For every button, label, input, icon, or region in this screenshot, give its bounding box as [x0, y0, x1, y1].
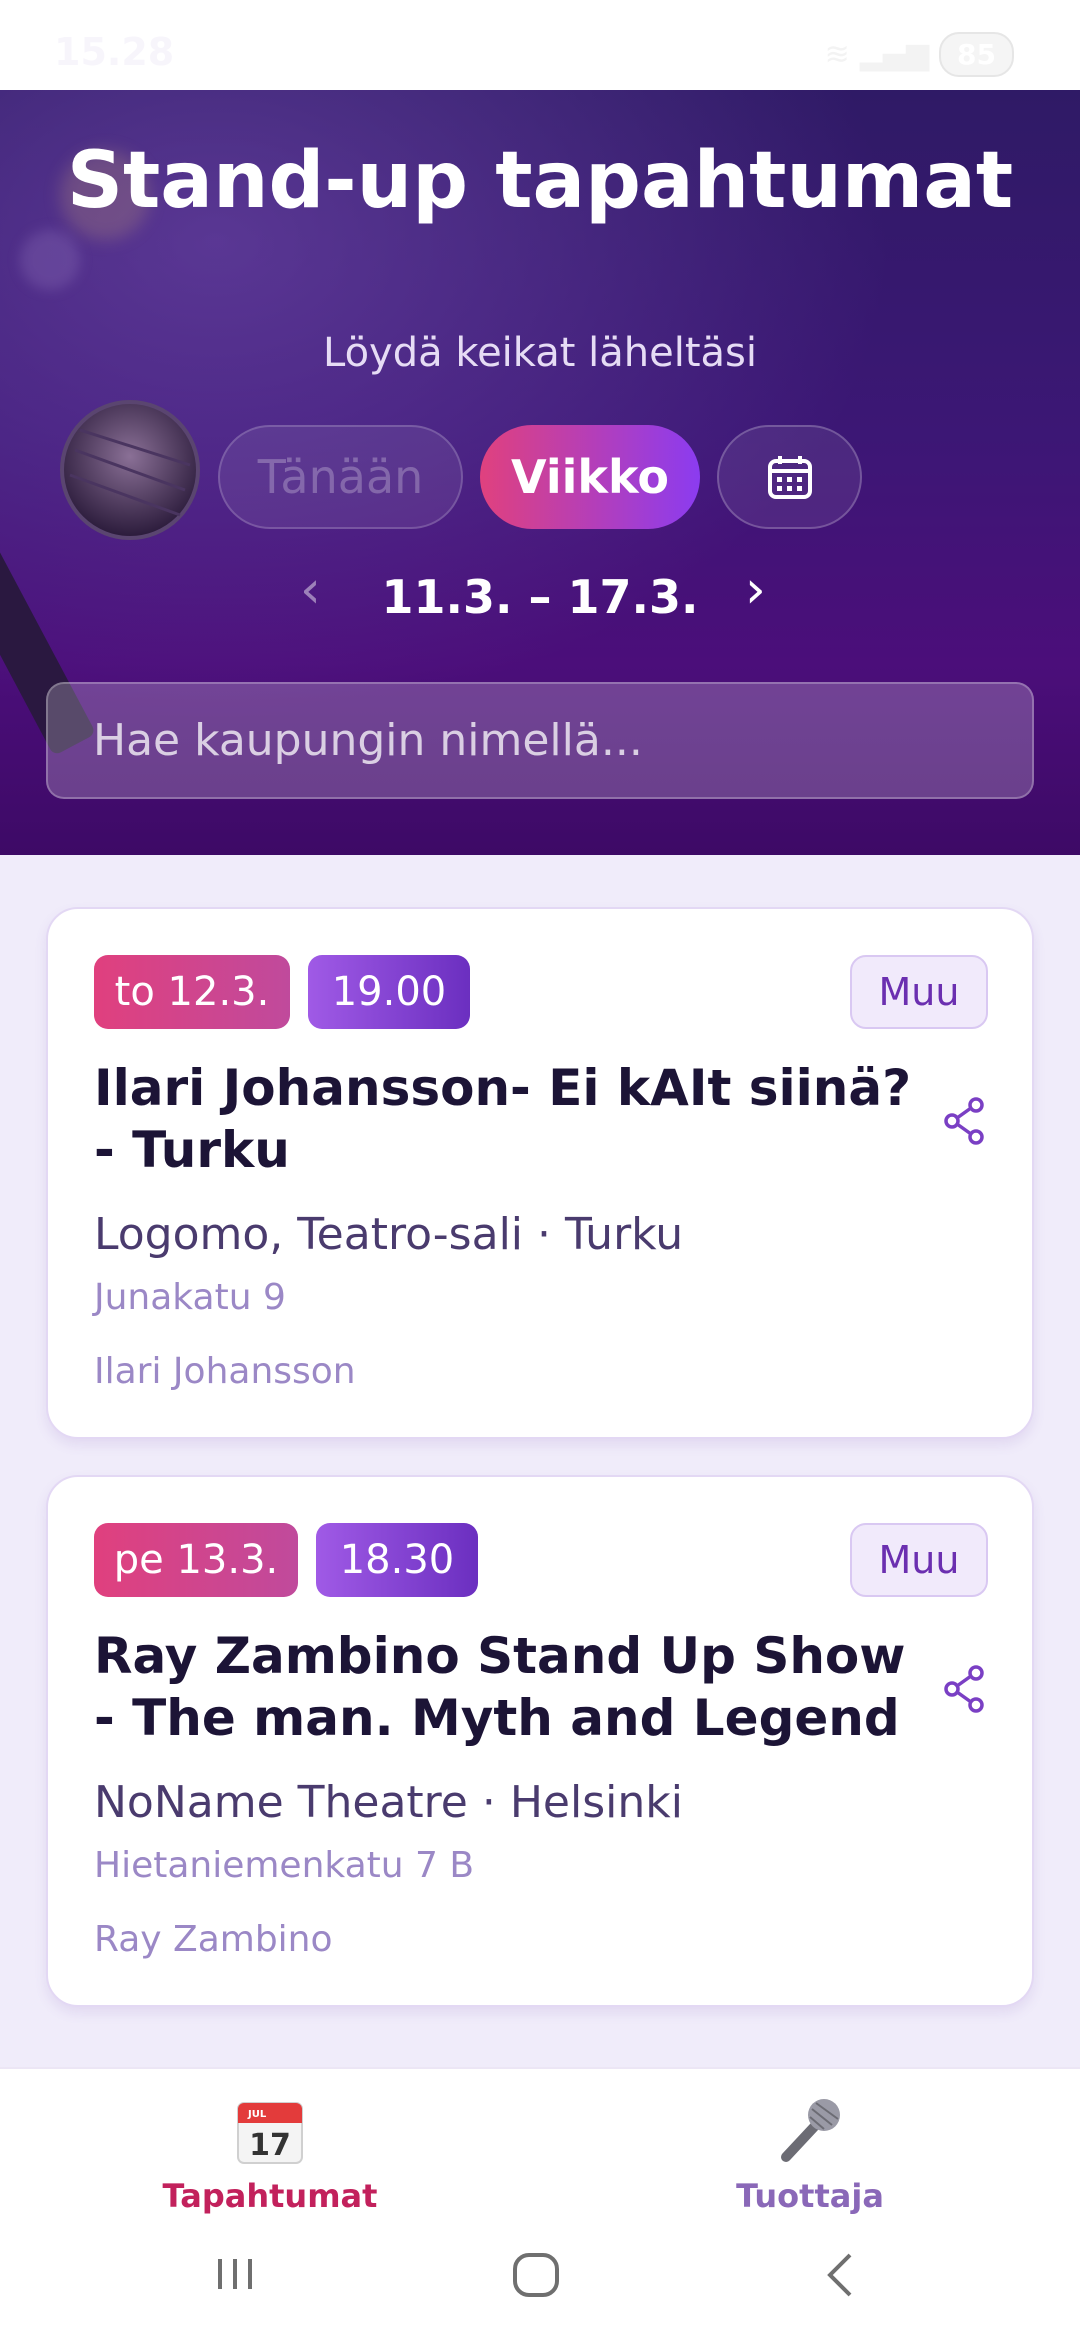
event-card[interactable]: to 12.3. 19.00 Muu Ilari Johansson- Ei k…: [46, 907, 1034, 1439]
event-category-tag: Muu: [850, 1523, 988, 1597]
share-icon[interactable]: [942, 1097, 986, 1145]
event-time-chip: 19.00: [308, 955, 470, 1029]
event-category-tag: Muu: [850, 955, 988, 1029]
share-icon[interactable]: [942, 1665, 986, 1713]
page-subtitle: Löydä keikat läheltäsi: [322, 330, 758, 376]
calendar-17-icon: JUL 17: [237, 2102, 303, 2164]
hero-header: Stand-up tapahtumat Löydä keikat läheltä…: [0, 90, 1080, 855]
home-icon[interactable]: [510, 2249, 562, 2301]
event-performer: Ilari Johansson: [94, 1351, 356, 1392]
calendar-picker-button[interactable]: [717, 425, 862, 529]
nav-tab-events[interactable]: JUL 17 Tapahtumat: [150, 2095, 390, 2215]
nav-label-producer: Tuottaja: [736, 2177, 884, 2215]
filter-today-button[interactable]: Tänään: [218, 425, 463, 529]
calendar-icon-day: 17: [249, 2128, 291, 2163]
wifi-icon: ≋: [824, 37, 850, 72]
event-date-chip: pe 13.3.: [94, 1523, 298, 1597]
event-title: Ilari Johansson- Ei kAIt siinä? - Turku: [94, 1059, 912, 1179]
chevron-right-icon[interactable]: ›: [745, 560, 766, 620]
event-address: Hietaniemenkatu 7 B: [94, 1845, 475, 1886]
signal-icon: ▂▄▆: [859, 37, 930, 72]
status-time: 15.28: [54, 30, 175, 74]
calendar-icon: [767, 456, 812, 499]
calendar-icon-month: JUL: [247, 2109, 267, 2120]
event-date-chip: to 12.3.: [94, 955, 290, 1029]
event-performer: Ray Zambino: [94, 1919, 333, 1960]
bokeh-light: [20, 230, 80, 290]
nav-label-events: Tapahtumat: [162, 2177, 378, 2215]
microphone-icon: [781, 2099, 840, 2162]
status-icons: ≋ ▂▄▆ 85: [825, 32, 1014, 77]
nav-tab-producer[interactable]: Tuottaja: [690, 2095, 930, 2215]
battery-indicator: 85: [939, 32, 1014, 77]
filter-week-button[interactable]: Viikko: [480, 425, 700, 529]
event-venue: NoName Theatre · Helsinki: [94, 1777, 683, 1828]
event-card[interactable]: pe 13.3. 18.30 Muu Ray Zambino Stand Up …: [46, 1475, 1034, 2007]
city-search-input[interactable]: Hae kaupungin nimellä...: [46, 682, 1034, 799]
event-address: Junakatu 9: [94, 1277, 286, 1318]
date-range-label: 11.3. – 17.3.: [381, 570, 699, 624]
recent-apps-icon[interactable]: [210, 2249, 260, 2299]
event-time-chip: 18.30: [316, 1523, 478, 1597]
page-title: Stand-up tapahtumat: [66, 136, 1014, 226]
status-bar: 15.28 ≋ ▂▄▆ 85: [0, 0, 1080, 90]
event-venue: Logomo, Teatro-sali · Turku: [94, 1209, 684, 1260]
back-icon[interactable]: [820, 2249, 860, 2301]
bottom-navigation: JUL 17 Tapahtumat Tuottaja: [0, 2067, 1080, 2340]
system-navigation-bar: [0, 2249, 1080, 2319]
event-title: Ray Zambino Stand Up Show - The man. Myt…: [94, 1627, 906, 1747]
